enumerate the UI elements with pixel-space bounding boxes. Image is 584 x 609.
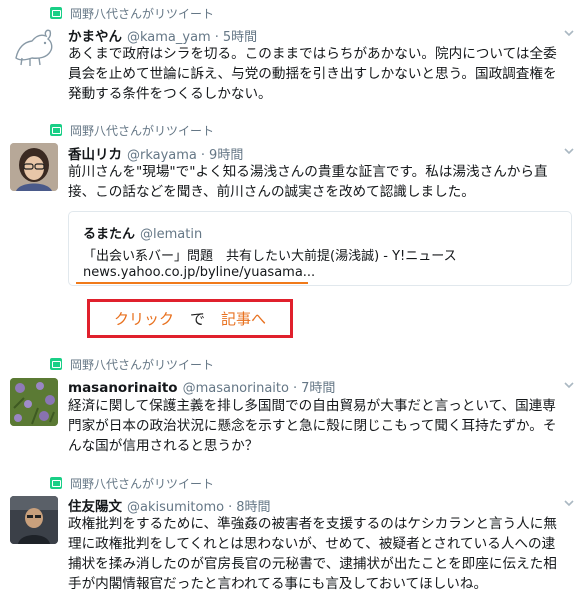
chevron-down-icon[interactable] [564,146,574,156]
retweet-context: 岡野八代さんがリツイート [50,122,214,138]
user-handle[interactable]: @masanorinaito [183,381,289,396]
quoted-tweet-card[interactable]: るまたん @lematin 「出会い系バー」問題 共有したい大前提(湯浅誠) -… [68,211,572,286]
timestamp[interactable]: 8時間 [236,496,270,515]
tweet-text-line: 捕状を揉み消したのが官房長官の元秘書で、逮捕状が出たことを即座に伝えた相 [68,556,557,572]
article-link[interactable]: news.yahoo.co.jp/byline/yuasama... [83,265,315,280]
display-name[interactable]: 住友陽文 [68,495,122,515]
user-handle[interactable]: @kama_yam [127,30,211,45]
display-name[interactable]: 香山リカ [68,143,122,163]
separator: · [228,500,233,515]
link-underline-annotation [76,282,308,284]
retweet-context: 岡野八代さんがリツイート [50,475,214,491]
tweet[interactable]: 岡野八代さんがリツイート masanorinaito @masanorinait… [0,350,584,487]
click-to-article-annotation: クリック で 記事へ [87,299,293,338]
avatar[interactable] [10,496,58,544]
retweet-label[interactable]: 岡野八代さんがリツイート [70,475,214,492]
tweet-text-line: 員会を止めて世論に訴え、与党の動揺を引き出すしかないと思う。国政調査権を [68,66,557,82]
tweet-header: 香山リカ @rkayama · 9時間 [68,143,243,163]
retweet-label[interactable]: 岡野八代さんがリツイート [70,5,214,22]
chevron-down-icon[interactable] [564,498,574,508]
tweet-text-line: 理に政権批判をしてくれとは思わないが、せめて、被疑者とされている人への逮 [68,536,556,552]
timestamp[interactable]: 7時間 [301,377,335,396]
tweet-text-line: 前川さんを"現場"で"よく知る湯浅さんの貴重な証言です。私は湯浅さんから直 [68,164,548,180]
quoted-tweet-header: るまたん @lematin [83,223,202,242]
tweet-text: 前川さんを"現場"で"よく知る湯浅さんの貴重な証言です。私は湯浅さんから直 接、… [68,162,578,202]
tweet-text-line: 接、この話などを聞き、前川さんの誠実さを改めて認識しました。 [68,184,475,200]
retweet-icon [50,358,62,370]
display-name[interactable]: masanorinaito [68,380,178,396]
quoted-tweet-text: 「出会い系バー」問題 共有したい大前提(湯浅誠) - Y!ニュース [83,249,457,264]
timestamp[interactable]: 9時間 [209,144,243,163]
chevron-down-icon[interactable] [564,380,574,390]
tweet-text-line: 手が内閣情報官だったと言われてる事にも言及しておいてほしいね。 [68,576,488,592]
tweet-text: 政権批判をするために、準強姦の被害者を支援するのはケシカランと言う人に無 理に政… [68,514,578,594]
tweet-header: かまやん @kama_yam · 5時間 [68,25,257,45]
retweet-context: 岡野八代さんがリツイート [50,5,214,21]
retweet-icon [50,477,62,489]
user-handle[interactable]: @akisumitomo [127,500,224,515]
avatar[interactable] [10,143,58,191]
tweet-text-line: 門家が日本の政治状況に懸念を示すと急に殻に閉じこもって聞く耳持たずか。そ [68,418,557,434]
tweet-text-line: あくまで政府はシラを切る。このままではらちがあかない。院内については全委 [68,46,557,62]
timestamp[interactable]: 5時間 [223,26,257,45]
annotation-click-text: クリック [113,310,174,328]
tweet-text-line: 政権批判をするために、準強姦の被害者を支援するのはケシカランと言う人に無 [68,516,557,532]
retweet-label[interactable]: 岡野八代さんがリツイート [70,356,214,373]
separator: · [200,148,206,163]
quoted-user-handle[interactable]: @lematin [140,227,202,242]
display-name[interactable]: かまやん [68,25,122,45]
tweet[interactable]: 岡野八代さんがリツイート かまやん @kama_yam · 5時間 あくまで政府… [0,0,584,118]
avatar[interactable] [10,378,58,426]
user-handle[interactable]: @rkayama [127,148,197,163]
tweet-text-line: 発動する条件をつくるしかない。 [68,86,272,102]
tweet-header: 住友陽文 @akisumitomo · 8時間 [68,495,270,515]
separator: · [292,381,298,396]
annotation-article-text: 記事へ [221,310,267,328]
separator: · [214,30,219,45]
avatar[interactable] [10,24,58,72]
quoted-display-name[interactable]: るまたん [83,223,135,242]
tweet[interactable]: 岡野八代さんがリツイート 住友陽文 @akisumitomo · 8時間 政権批… [0,469,584,609]
retweet-icon [50,7,62,19]
retweet-label[interactable]: 岡野八代さんがリツイート [70,122,214,139]
annotation-de-text: で [189,310,205,328]
retweet-icon [50,124,62,136]
tweet-text-line: んな国が信用されると思うか？ [68,438,259,454]
chevron-down-icon[interactable] [564,28,574,38]
retweet-context: 岡野八代さんがリツイート [50,356,214,372]
tweet-text-line: 経済に関して保護主義を排し多国間での自由貿易が大事だと言っといて、国連専 [68,398,556,414]
tweet-header: masanorinaito @masanorinaito · 7時間 [68,377,335,396]
tweet-text: 経済に関して保護主義を排し多国間での自由貿易が大事だと言っといて、国連専 門家が… [68,396,578,456]
tweet-text: あくまで政府はシラを切る。このままではらちがあかない。院内については全委 員会を… [68,44,578,104]
